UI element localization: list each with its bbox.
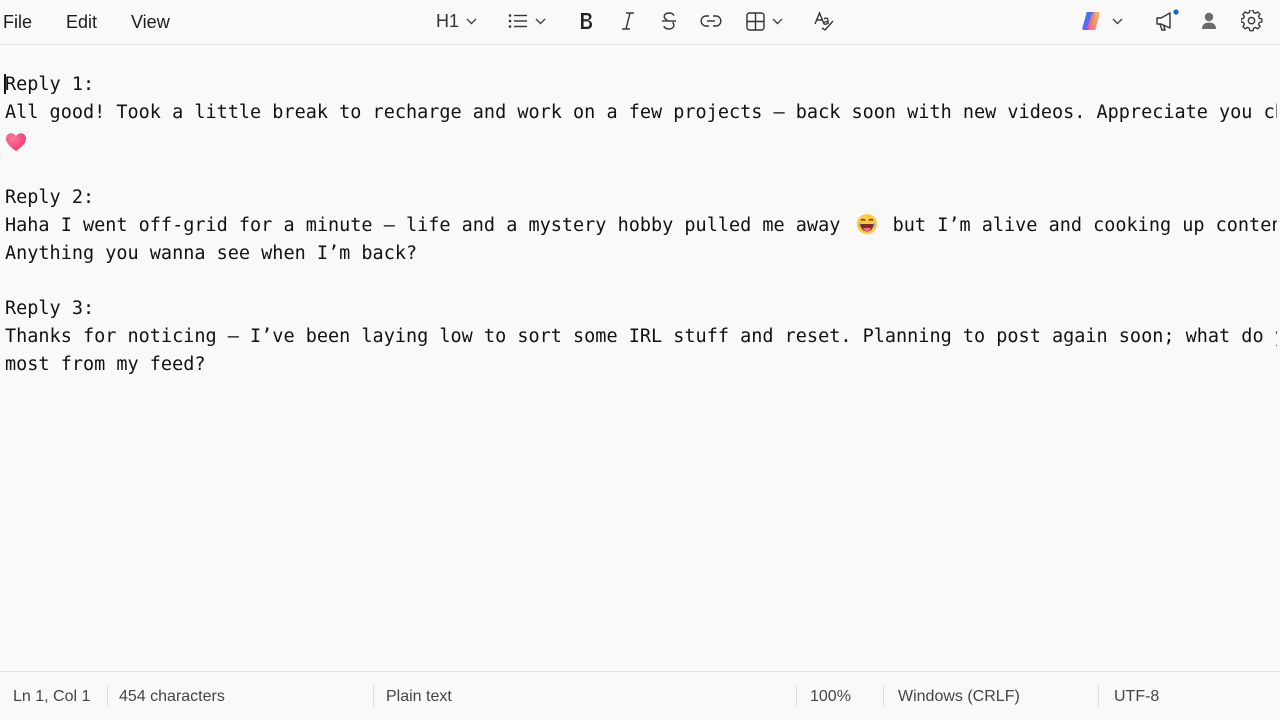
list-dropdown[interactable] — [508, 6, 546, 36]
account-button[interactable] — [1200, 6, 1218, 36]
status-divider — [373, 685, 374, 707]
link-button[interactable] — [700, 6, 722, 36]
character-count: 454 characters — [119, 688, 225, 705]
status-divider — [1098, 685, 1099, 707]
whats-new-button[interactable] — [1154, 6, 1180, 36]
zoom-level[interactable]: 100% — [810, 672, 851, 720]
italic-button[interactable] — [619, 6, 637, 36]
strikethrough-button[interactable] — [660, 6, 678, 36]
text-format[interactable]: Plain text — [386, 672, 452, 720]
chevron-down-icon — [772, 18, 783, 24]
bold-icon — [581, 13, 592, 29]
chevron-down-icon — [466, 18, 477, 24]
reply-3-text-line-1: Thanks for noticing — I’ve been laying l… — [5, 326, 1277, 347]
bold-button[interactable] — [578, 6, 594, 36]
heart-emoji-icon — [6, 133, 26, 151]
reply-2-label: Reply 2: — [5, 187, 95, 208]
reply-1-emoji-line — [5, 127, 1277, 157]
settings-button[interactable] — [1241, 6, 1263, 36]
status-divider — [796, 685, 797, 707]
link-icon — [700, 15, 722, 27]
table-dropdown[interactable] — [746, 6, 783, 36]
status-divider — [107, 685, 108, 707]
reply-2-text-part-b: but I’m alive and cooking up content. — [892, 215, 1277, 236]
copilot-icon — [1082, 12, 1100, 30]
encoding[interactable]: UTF-8 — [1114, 672, 1159, 720]
menu-file[interactable]: File — [3, 0, 32, 44]
chevron-down-icon — [535, 18, 546, 24]
menu-view[interactable]: View — [131, 0, 170, 44]
megaphone-icon — [1156, 9, 1179, 31]
list-icon — [508, 14, 527, 28]
laughing-emoji-icon — [856, 214, 877, 234]
heading-label: H1 — [436, 10, 460, 31]
chevron-down-icon — [1112, 18, 1123, 24]
status-divider — [883, 685, 884, 707]
reply-2-text-line-1: Haha I went off-grid for a minute — life… — [5, 212, 1277, 240]
spellcheck-button[interactable] — [813, 6, 835, 36]
notepad-window: File Edit View H1 Reply 1: All good! Too… — [0, 0, 1280, 720]
status-bar: Ln 1, Col 1 454 characters Plain text 10… — [0, 671, 1280, 720]
italic-icon — [622, 12, 634, 30]
menu-toolbar: File Edit View H1 — [0, 0, 1280, 45]
gear-icon — [1241, 10, 1263, 32]
copilot-dropdown[interactable] — [1080, 6, 1123, 36]
text-editor[interactable]: Reply 1: All good! Took a little break t… — [0, 45, 1280, 670]
spellcheck-icon — [814, 11, 834, 31]
document-text[interactable]: Reply 1: All good! Took a little break t… — [5, 71, 1277, 379]
reply-1-text: All good! Took a little break to recharg… — [5, 102, 1277, 123]
heading-dropdown[interactable]: H1 — [436, 6, 477, 36]
reply-1-label: Reply 1: — [5, 74, 95, 95]
menu-edit[interactable]: Edit — [66, 0, 97, 44]
reply-2-text-line-2: Anything you wanna see when I’m back? — [5, 243, 418, 264]
account-icon — [1202, 12, 1216, 29]
cursor-position: Ln 1, Col 1 — [13, 688, 91, 705]
notification-dot — [1173, 9, 1179, 15]
table-icon — [746, 11, 765, 31]
reply-3-label: Reply 3: — [5, 298, 95, 319]
strikethrough-icon — [662, 12, 676, 30]
line-ending[interactable]: Windows (CRLF) — [898, 672, 1020, 720]
reply-3-text-line-2: most from my feed? — [5, 354, 206, 375]
reply-2-text-part-a: Haha I went off-grid for a minute — life… — [5, 215, 841, 236]
